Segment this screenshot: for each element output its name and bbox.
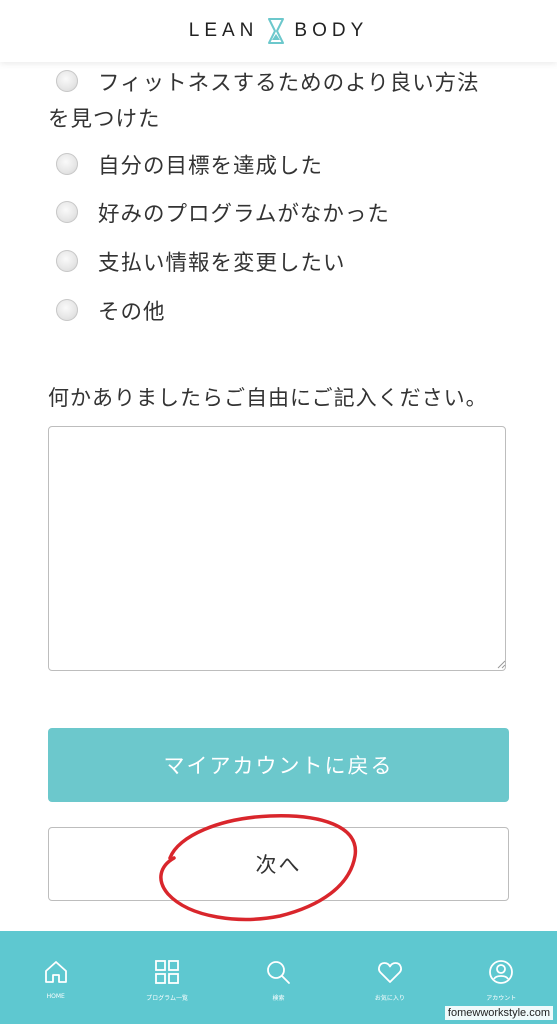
heart-icon: [377, 962, 402, 983]
back-to-account-button[interactable]: マイアカウントに戻る: [48, 728, 509, 802]
radio-button[interactable]: [56, 299, 78, 321]
next-button[interactable]: 次へ: [48, 827, 509, 901]
user-icon: [489, 960, 514, 984]
nav-label: アカウント: [486, 995, 517, 1002]
resize-grip-icon[interactable]: [496, 659, 506, 669]
option-other[interactable]: その他: [48, 289, 518, 337]
radio-button[interactable]: [56, 70, 78, 92]
option-label: 好みのプログラムがなかった: [98, 202, 390, 227]
watermark: fomewworkstyle.com: [444, 1006, 553, 1020]
nav-item-home[interactable]: HOME: [11, 931, 101, 1024]
option-label: 支払い情報を変更したい: [98, 251, 346, 276]
app-header: LEAN BODY: [0, 0, 557, 62]
radio-button[interactable]: [56, 153, 78, 175]
option-goal-achieved[interactable]: 自分の目標を達成した: [48, 143, 518, 191]
nav-item-favorites[interactable]: お気に入り: [345, 931, 435, 1024]
option-label: 自分の目標を達成した: [98, 154, 324, 179]
option-label-continued: を見つけた: [48, 107, 161, 132]
nav-label: HOME: [46, 993, 65, 1000]
hourglass-logo-icon: [268, 18, 285, 44]
option-label: フィットネスするためのより良い方法: [98, 71, 480, 96]
nav-item-programs[interactable]: プログラム一覧: [122, 931, 212, 1024]
nav-label: プログラム一覧: [146, 995, 188, 1002]
free-text-label: 何かありましたらご自由にご記入ください。: [48, 386, 488, 410]
home-icon: [44, 961, 67, 983]
radio-button[interactable]: [56, 201, 78, 223]
free-text-area[interactable]: [48, 426, 506, 671]
grid-icon: [155, 960, 179, 984]
lean-body-logo[interactable]: LEAN BODY: [189, 18, 369, 44]
option-better-way-line2: を見つけた: [48, 96, 518, 144]
nav-label: お気に入り: [374, 995, 405, 1002]
nav-label: 検索: [272, 995, 285, 1002]
search-icon: [267, 961, 291, 984]
nav-item-search[interactable]: 検索: [233, 931, 323, 1024]
option-no-program[interactable]: 好みのプログラムがなかった: [48, 191, 518, 239]
logo-text-right: BODY: [294, 20, 369, 41]
option-label: その他: [98, 300, 166, 325]
logo-text-left: LEAN: [188, 20, 259, 41]
radio-button[interactable]: [56, 250, 78, 272]
option-change-payment[interactable]: 支払い情報を変更したい: [48, 240, 518, 288]
